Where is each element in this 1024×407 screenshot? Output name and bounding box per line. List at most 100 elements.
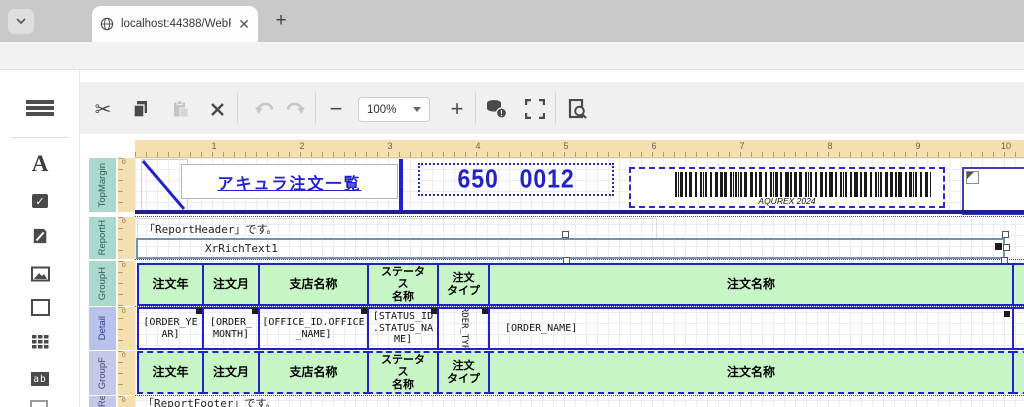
gf-cell-extra[interactable] [1012,351,1024,394]
ruler-number: 4 [475,141,480,151]
binding-marker [196,308,202,314]
reportfooter-label[interactable]: 「ReportFooter」です。 [143,396,543,407]
gh-cell-branch-name[interactable]: 支店名称 [258,263,369,306]
paste-button[interactable] [168,96,194,122]
tab-title: localhost:44388/WebForm1.aspx [121,18,231,30]
detail-cell-extra[interactable] [1012,307,1024,350]
fullscreen-button[interactable] [521,96,549,122]
toolbar-separator [555,92,556,124]
picture-box-control[interactable] [962,167,1024,215]
selection-handle[interactable] [1002,231,1009,238]
richtext-control[interactable]: XrRichText1 [136,238,1005,259]
band-strip-detail[interactable]: Detail [89,307,116,350]
toolbar-separator [237,92,238,124]
order-code-label[interactable]: 650 0012 [418,163,614,196]
new-tab-button[interactable]: + [268,8,294,34]
band-ruler: 0 [118,158,135,212]
fullscreen-icon [525,99,545,119]
undo-button[interactable] [252,96,278,122]
gf-cell-order-year[interactable]: 注文年 [137,351,204,394]
band-separator [135,259,1024,260]
binding-marker [361,308,367,314]
copy-button[interactable] [128,96,154,122]
horizontal-ruler: 1 2 3 4 5 6 7 8 9 10 [135,140,1024,158]
ruler-ticks [135,152,1024,157]
toolbox-item-picture[interactable] [24,260,56,288]
redo-button[interactable] [282,96,308,122]
document-search-icon [567,99,587,119]
toolbox-item-label[interactable]: A [24,150,56,178]
gf-cell-branch-name[interactable]: 支店名称 [258,351,369,394]
binding-marker [431,308,437,314]
browser-tab-strip: localhost:44388/WebForm1.aspx ✕ + [0,0,1024,42]
order-code-text: 650 0012 [457,164,574,194]
detail-cell-order-name[interactable]: [ORDER_NAME] [488,307,1014,350]
tab-actions-button[interactable] [8,9,34,34]
toolbox-item-checkbox[interactable]: ✓ [24,187,56,215]
toolbox-item-partial[interactable] [30,400,48,407]
toolbox-menu-button[interactable] [26,98,54,118]
detail-cell-order-year[interactable]: [ORDER_YE AR] [137,307,204,350]
band-label: Detail [97,316,108,340]
detail-row: [ORDER_YE AR] [ORDER_ MONTH] [OFFICE_ID.… [137,307,1024,350]
band-strip-reportheader[interactable]: ReportH [89,217,116,259]
barcode-control[interactable]: AQUREX 2024 [629,167,945,208]
band-strip-groupheader[interactable]: GroupH [89,261,116,306]
toolbox-item-richtext[interactable] [24,222,56,250]
detail-cell-office-name[interactable]: [OFFICE_ID.OFFICE _NAME] [258,307,369,350]
zoom-in-button[interactable]: + [445,96,469,122]
groupfooter-row: 注文年 注文月 支店名称 ステータ ス 名称 注文 タイプ 注文名称 [137,351,1024,394]
band-ruler: 0 [118,307,135,350]
browser-navbar: ← https://localhost:44388/WebForm1.aspx [0,42,1024,70]
gf-cell-order-name[interactable]: 注文名称 [488,351,1014,394]
database-warning-icon: ! [486,99,507,119]
toolbox-item-character-comb[interactable]: ab [24,365,56,393]
gh-cell-order-month[interactable]: 注文月 [202,263,260,306]
selection-handle[interactable] [562,231,569,238]
gh-cell-status-name[interactable]: ステータ ス 名称 [367,263,439,306]
gh-cell-order-type[interactable]: 注文 タイプ [437,263,490,306]
zoom-dropdown[interactable]: 100% [358,97,430,122]
svg-text:!: ! [500,109,503,118]
band-ruler: 0 [118,351,135,395]
band-ruler: 0 [118,261,135,306]
toolbox-item-panel[interactable] [24,293,56,321]
cut-button[interactable]: ✂ [90,96,116,122]
band-label: GroupH [97,267,108,300]
gh-cell-order-name[interactable]: 注文名称 [488,263,1014,306]
checkbox-icon: ✓ [32,194,48,208]
band-strip-groupfooter[interactable]: GroupF [89,351,116,395]
screen: localhost:44388/WebForm1.aspx ✕ + ← http… [0,0,1024,407]
reportheader-label[interactable]: 「ReportHeader」です。 [137,218,657,240]
report-title-text: アキュラ注文一覧 [217,170,361,194]
vertical-line-control[interactable] [399,159,403,211]
gh-cell-order-year[interactable]: 注文年 [137,263,204,306]
gf-cell-order-month[interactable]: 注文月 [202,351,260,394]
panel-icon [31,299,50,316]
binding-marker [482,308,488,314]
toolbar-separator [475,92,476,124]
validate-bindings-button[interactable]: ! [482,96,510,122]
toolbox-item-table[interactable] [24,328,56,356]
browser-tab[interactable]: localhost:44388/WebForm1.aspx ✕ [92,6,258,42]
picture-icon [31,266,50,282]
tab-close-icon[interactable]: ✕ [238,17,250,31]
preview-button[interactable] [563,96,591,122]
gf-cell-order-type[interactable]: 注文 タイプ [437,351,490,394]
band-strip-topmargin[interactable]: TopMargin [89,158,116,212]
band-strip-reportfooter[interactable]: Re [89,396,116,407]
selection-handle[interactable] [1003,244,1010,251]
table-icon [32,335,49,349]
ruler-number: 10 [1001,141,1011,151]
gh-cell-extra[interactable] [1012,263,1024,306]
zoom-out-button[interactable]: − [324,96,348,122]
report-title-label[interactable]: アキュラ注文一覧 [181,164,398,199]
ruler-number: 2 [299,141,304,151]
gf-cell-status-name[interactable]: ステータ ス 名称 [367,351,439,394]
detail-cell-status-name[interactable]: [STATUS_ID .STATUS_NA ME] [367,307,439,350]
paste-icon [172,100,190,118]
dropdown-caret-icon [413,107,421,112]
delete-button[interactable] [204,96,230,122]
band-separator [135,216,1024,217]
ruler-number: 3 [387,141,392,151]
